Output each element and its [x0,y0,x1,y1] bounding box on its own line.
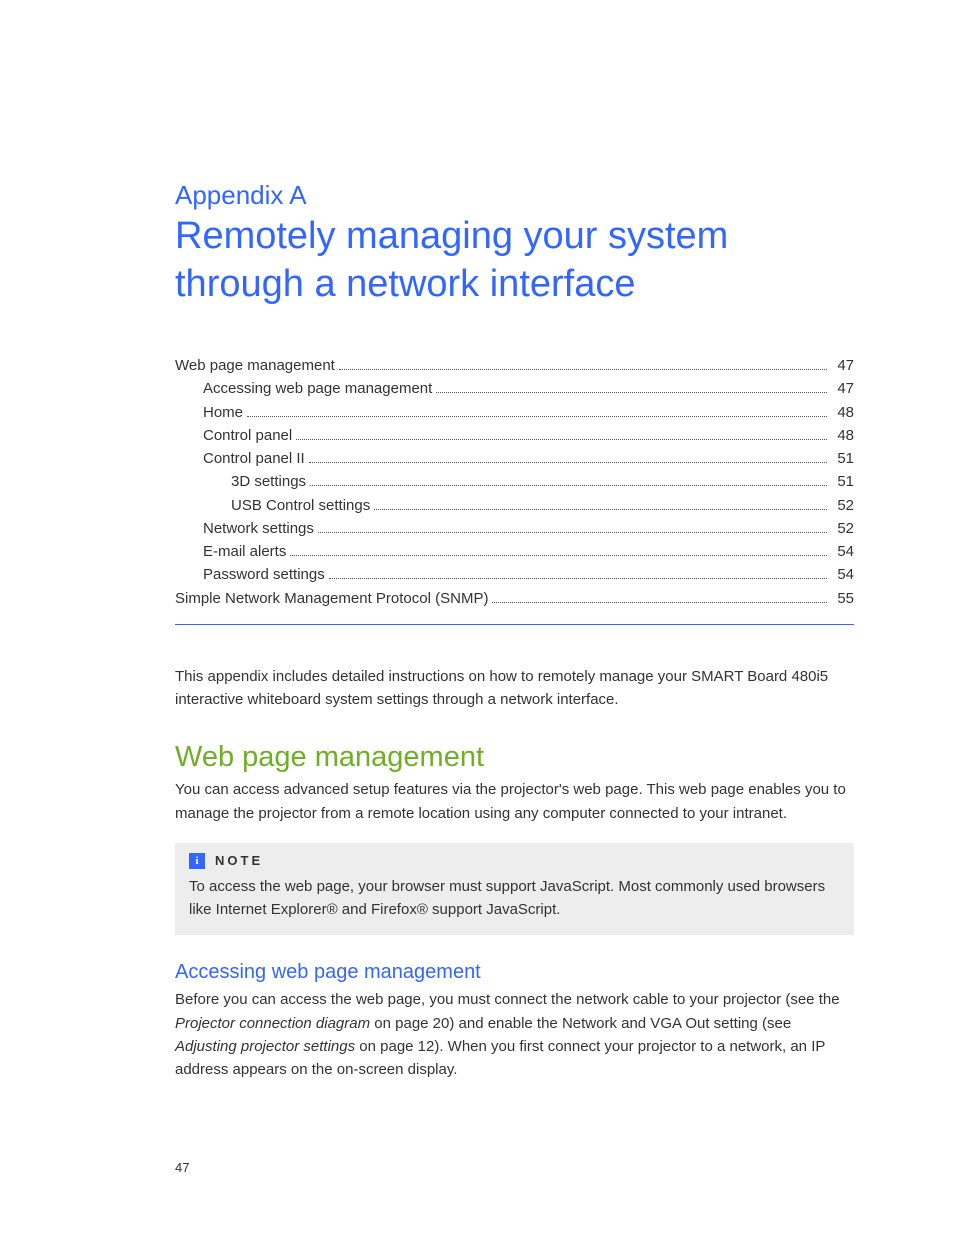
page-number: 47 [175,1160,189,1175]
toc-label: Password settings [203,563,325,586]
toc-item[interactable]: Password settings 54 [175,563,854,586]
toc-leader [339,361,827,370]
italic-ref-2: Adjusting projector settings [175,1038,355,1055]
note-box: i NOTE To access the web page, your brow… [175,843,854,936]
toc-label: Web page management [175,354,335,377]
toc-item[interactable]: Control panel II 51 [175,447,854,470]
toc-leader [436,384,827,393]
toc-label: E-mail alerts [203,540,286,563]
toc-item[interactable]: Control panel 48 [175,424,854,447]
toc-leader [318,524,827,533]
subsection-heading-accessing: Accessing web page management [175,961,854,984]
toc-label: Home [203,401,243,424]
toc-leader [290,547,827,556]
text-part: on page 20) and enable the Network and V… [370,1015,791,1032]
toc-page: 48 [831,401,854,424]
toc-item[interactable]: 3D settings 51 [175,470,854,493]
toc-page: 52 [831,494,854,517]
toc-page: 54 [831,563,854,586]
appendix-title: Remotely managing your system through a … [175,213,854,308]
toc-leader [329,570,828,579]
section-heading-web-page-management: Web page management [175,741,854,774]
toc-item[interactable]: Home 48 [175,401,854,424]
table-of-contents: Web page management47Accessing web page … [175,354,854,625]
toc-label: Network settings [203,517,314,540]
note-body: To access the web page, your browser mus… [189,875,840,922]
toc-page: 51 [831,447,854,470]
toc-leader [296,431,827,440]
toc-item[interactable]: Network settings 52 [175,517,854,540]
toc-item[interactable]: Simple Network Management Protocol (SNMP… [175,587,854,610]
appendix-label: Appendix A [175,180,854,211]
toc-page: 51 [831,470,854,493]
toc-label: Simple Network Management Protocol (SNMP… [175,587,488,610]
toc-item[interactable]: Accessing web page management 47 [175,377,854,400]
toc-page: 48 [831,424,854,447]
toc-leader [492,593,827,602]
intro-paragraph: This appendix includes detailed instruct… [175,665,854,712]
toc-leader [374,500,827,509]
note-label: NOTE [215,853,263,868]
text-part: Before you can access the web page, you … [175,991,840,1008]
italic-ref-1: Projector connection diagram [175,1015,370,1032]
toc-page: 47 [831,377,854,400]
toc-leader [310,477,827,486]
toc-leader [309,454,828,463]
toc-leader [247,407,827,416]
subsection-body: Before you can access the web page, you … [175,988,854,1081]
toc-page: 47 [831,354,854,377]
section-body: You can access advanced setup features v… [175,778,854,825]
toc-item[interactable]: USB Control settings 52 [175,494,854,517]
toc-page: 55 [831,587,854,610]
toc-label: Control panel II [203,447,305,470]
toc-page: 54 [831,540,854,563]
info-icon: i [189,853,205,869]
toc-item[interactable]: Web page management 47 [175,354,854,377]
note-header: i NOTE [189,853,840,869]
toc-label: Accessing web page management [203,377,432,400]
toc-item[interactable]: E-mail alerts 54 [175,540,854,563]
toc-label: USB Control settings [231,494,370,517]
toc-label: 3D settings [231,470,306,493]
page-container: Appendix A Remotely managing your system… [0,0,954,1235]
toc-page: 52 [831,517,854,540]
toc-label: Control panel [203,424,292,447]
